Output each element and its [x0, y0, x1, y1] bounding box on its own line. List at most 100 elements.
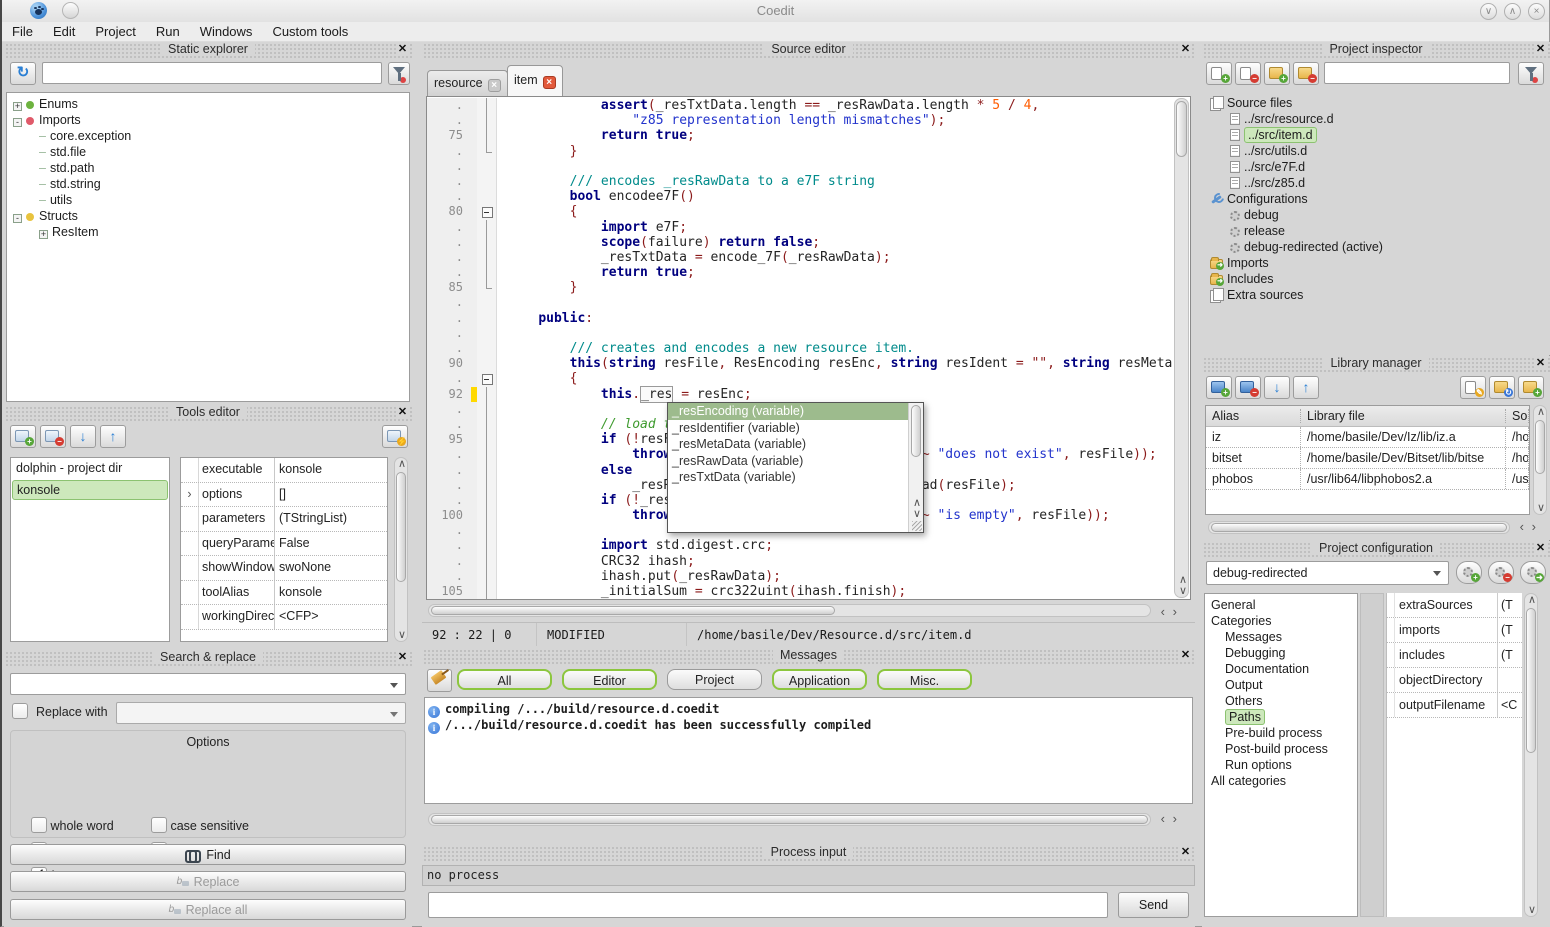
property-value[interactable]: [] [275, 483, 387, 507]
config-property-row[interactable]: includes(T [1387, 643, 1522, 668]
tab-resource[interactable]: resource× [427, 70, 508, 96]
fold-margin[interactable] [477, 311, 497, 326]
tree-item-resitem[interactable]: +ResItem [11, 224, 409, 240]
tree-item-core-exception[interactable]: –core.exception [11, 128, 409, 144]
configuration-selector[interactable]: debug-redirected [1206, 561, 1449, 585]
filter-all-button[interactable]: All [457, 669, 552, 690]
filter-button[interactable] [388, 62, 410, 85]
tab-close-icon[interactable]: × [488, 79, 501, 92]
column-header-alias[interactable]: Alias [1206, 409, 1301, 423]
tree-item-imports[interactable]: -Imports [11, 112, 409, 128]
config-category-pre-build-process[interactable]: Pre-build process [1209, 725, 1357, 741]
library-hscroll-right-icon[interactable]: › [1532, 522, 1536, 532]
library-row[interactable]: phobos/usr/lib64/libphobos2.a/us [1206, 469, 1529, 490]
fold-margin[interactable] [477, 584, 497, 599]
project-tree-item-debug[interactable]: debug [1208, 207, 1548, 223]
config-category-run-options[interactable]: Run options [1209, 757, 1357, 773]
config-property-row[interactable]: outputFilename<C [1387, 693, 1522, 718]
menu-custom-tools[interactable]: Custom tools [262, 22, 358, 42]
messages-hscroll-right-icon[interactable]: › [1173, 814, 1177, 824]
clone-configuration-button[interactable]: ➜ [1520, 561, 1546, 584]
send-button[interactable]: Send [1118, 892, 1189, 918]
config-category-post-build-process[interactable]: Post-build process [1209, 741, 1357, 757]
project-tree-item--src-z85-d[interactable]: ../src/z85.d [1208, 175, 1548, 191]
tools-grid-scrollbar[interactable]: ∧∨ [394, 457, 408, 642]
menu-edit[interactable]: Edit [43, 22, 85, 42]
fold-margin[interactable] [477, 523, 497, 538]
filter-misc-button[interactable]: Misc. [877, 669, 972, 690]
menu-file[interactable]: File [2, 22, 43, 42]
project-tree-item--src-item-d[interactable]: ../src/item.d [1208, 127, 1548, 143]
library-manager-close-icon[interactable]: ✕ [1534, 356, 1547, 369]
message-row[interactable]: icompiling /.../build/resource.d.coedit [425, 701, 1192, 717]
editor-vscrollbar[interactable]: ∧∨ [1174, 98, 1189, 598]
completion-item[interactable]: _resEncoding (variable) [668, 403, 908, 420]
fold-margin[interactable] [477, 387, 497, 402]
collapse-minus-icon[interactable]: - [13, 118, 22, 127]
config-category-others[interactable]: Others [1209, 693, 1357, 709]
property-value[interactable]: <CFP> [275, 605, 387, 629]
project-configuration-close-icon[interactable]: ✕ [1534, 541, 1547, 554]
config-property-row[interactable]: imports(T [1387, 618, 1522, 643]
process-input-close-icon[interactable]: ✕ [1179, 845, 1192, 858]
add-tool-button[interactable]: + [10, 425, 36, 448]
library-row[interactable]: bitset/home/basile/Dev/Bitset/lib/bitse/… [1206, 448, 1529, 469]
collapse-minus-icon[interactable]: - [13, 214, 22, 223]
menu-run[interactable]: Run [146, 22, 190, 42]
completion-item[interactable]: _resRawData (variable) [668, 453, 908, 470]
add-source-button[interactable]: + [1206, 62, 1232, 85]
fold-margin[interactable] [477, 402, 497, 417]
column-header-sources[interactable]: Sources [1506, 409, 1529, 423]
tool-property-row[interactable]: ›options[] [181, 483, 387, 508]
tab-item[interactable]: item× [507, 65, 563, 96]
remove-configuration-button[interactable]: − [1488, 561, 1514, 584]
fold-margin[interactable] [477, 432, 497, 447]
replace-with-checkbox[interactable] [12, 703, 28, 719]
message-row[interactable]: i/.../build/resource.d.coedit has been s… [425, 717, 1192, 733]
tree-item-std-path[interactable]: –std.path [11, 160, 409, 176]
config-category-output[interactable]: Output [1209, 677, 1357, 693]
filter-application-button[interactable]: Application [772, 669, 867, 690]
config-category-paths[interactable]: Paths [1209, 709, 1357, 725]
config-property-value[interactable] [1497, 668, 1522, 692]
add-configuration-button[interactable]: + [1456, 561, 1482, 584]
fold-margin[interactable] [477, 447, 497, 462]
project-tree-item-release[interactable]: release [1208, 223, 1548, 239]
tree-item-structs[interactable]: -Structs [11, 208, 409, 224]
fold-margin[interactable] [477, 326, 497, 341]
property-value[interactable]: swoNone [275, 556, 387, 580]
library-hscrollbar[interactable] [1208, 521, 1510, 534]
project-inspector-close-icon[interactable]: ✕ [1534, 42, 1547, 55]
add-folder-button[interactable]: + [1264, 62, 1290, 85]
tree-item-utils[interactable]: –utils [11, 192, 409, 208]
fold-margin[interactable] [477, 280, 497, 295]
fold-margin[interactable] [477, 220, 497, 235]
fold-margin[interactable] [477, 478, 497, 493]
property-value[interactable]: konsole [275, 581, 387, 605]
config-property-value[interactable]: <C [1497, 693, 1522, 717]
add-library-button[interactable]: + [1206, 376, 1232, 399]
fold-margin[interactable] [477, 189, 497, 204]
replace-with-combo[interactable] [116, 702, 406, 724]
symbol-search-input[interactable] [42, 62, 382, 84]
tree-item-enums[interactable]: +Enums [11, 96, 409, 112]
execute-tool-button[interactable]: ⚡ [382, 425, 408, 448]
source-editor-close-icon[interactable]: ✕ [1179, 42, 1192, 55]
tool-list-item[interactable]: konsole [12, 480, 168, 500]
close-window-button[interactable]: × [1528, 3, 1545, 20]
case-sensitive-checkbox[interactable] [151, 817, 167, 833]
move-tool-up-button[interactable]: ↑ [100, 425, 126, 448]
shade-window-button[interactable]: ∨ [1480, 3, 1497, 20]
popup-resize-grip[interactable] [912, 521, 922, 531]
messages-close-icon[interactable]: ✕ [1179, 648, 1192, 661]
library-from-project-button[interactable]: ↻ [1489, 376, 1515, 399]
search-term-combo[interactable] [10, 673, 406, 695]
completion-item[interactable]: _resTxtData (variable) [668, 469, 908, 486]
menu-project[interactable]: Project [85, 22, 145, 42]
project-tree-item-configurations[interactable]: Configurations [1208, 191, 1548, 207]
config-category-messages[interactable]: Messages [1209, 629, 1357, 645]
fold-margin[interactable] [477, 204, 497, 219]
expand-plus-icon[interactable]: + [13, 102, 22, 111]
project-tree-item--src-e7f-d[interactable]: ../src/e7F.d [1208, 159, 1548, 175]
project-tree-item-source-files[interactable]: Source files [1208, 95, 1548, 111]
